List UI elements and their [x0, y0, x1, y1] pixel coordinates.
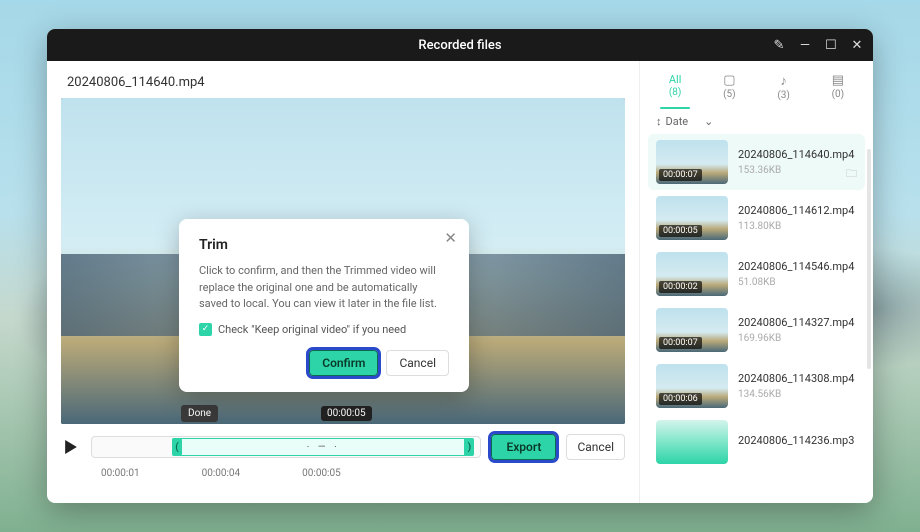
cancel-button[interactable]: Cancel: [566, 434, 625, 460]
duration-badge: 00:00:06: [659, 393, 702, 405]
file-name: 20240806_114308.mp4: [738, 372, 857, 385]
file-thumbnail: 00:00:07: [656, 308, 728, 352]
file-list: 00:00:0720240806_114640.mp4153.36KB🗀00:0…: [640, 134, 873, 503]
file-name: 20240806_114236.mp3: [738, 434, 857, 447]
tab-all[interactable]: All(8): [652, 69, 698, 105]
chevron-down-icon: ⌄: [704, 115, 713, 128]
file-thumbnail: [656, 420, 728, 464]
trim-selection[interactable]: ( · — · ): [172, 438, 474, 456]
export-button[interactable]: Export: [491, 434, 556, 460]
scrollbar[interactable]: [867, 149, 871, 369]
trim-confirm-modal: ✕ Trim Click to confirm, and then the Tr…: [179, 219, 469, 392]
editor-panel: 20240806_114640.mp4 Done 00:00:05 ( · — …: [47, 61, 639, 503]
trim-handle-end[interactable]: ): [464, 439, 474, 455]
list-item[interactable]: 00:00:07 20240806_114640.mp4 153.36KB🗀: [648, 134, 865, 190]
list-item[interactable]: 00:00:06 20240806_114308.mp4 134.56KB: [648, 358, 865, 414]
trim-selection-marker: · — ·: [307, 442, 340, 453]
playhead-time-tooltip: 00:00:05: [321, 406, 372, 421]
file-thumbnail: 00:00:05: [656, 196, 728, 240]
modal-close-icon[interactable]: ✕: [444, 229, 457, 247]
tab-video[interactable]: ▢(5): [706, 69, 752, 105]
file-filter-tabs: All(8) ▢(5) ♪(3) ▤(0): [640, 61, 873, 105]
maximize-icon[interactable]: ☐: [819, 33, 843, 57]
image-icon: ▤: [815, 73, 861, 88]
video-icon: ▢: [706, 73, 752, 88]
sort-label: Date: [666, 115, 689, 128]
tick-label: 00:00:04: [202, 468, 241, 479]
file-size: 153.36KB: [738, 165, 857, 176]
file-name: 20240806_114546.mp4: [738, 260, 857, 273]
file-name: 20240806_114612.mp4: [738, 204, 857, 217]
open-folder-icon[interactable]: 🗀: [846, 165, 857, 184]
confirm-button[interactable]: Confirm: [309, 350, 378, 376]
minimize-icon[interactable]: ―: [793, 33, 817, 57]
timeline-ticks: 00:00:01 00:00:04 00:00:05: [61, 460, 625, 493]
edit-icon[interactable]: ✎: [767, 33, 791, 57]
duration-badge: 00:00:05: [659, 225, 702, 237]
tab-audio[interactable]: ♪(3): [761, 69, 807, 105]
list-item[interactable]: 00:00:02 20240806_114546.mp4 51.08KB: [648, 246, 865, 302]
tick-label: 00:00:01: [101, 468, 140, 479]
checkbox-checked-icon: ✓: [199, 323, 212, 336]
list-item[interactable]: 00:00:07 20240806_114327.mp4 169.96KB: [648, 302, 865, 358]
modal-cancel-button[interactable]: Cancel: [386, 350, 449, 376]
modal-message: Click to confirm, and then the Trimmed v…: [199, 263, 449, 313]
file-thumbnail: 00:00:06: [656, 364, 728, 408]
close-icon[interactable]: ✕: [845, 33, 869, 57]
modal-title: Trim: [199, 237, 449, 253]
app-window: Recorded files ✎ ― ☐ ✕ 20240806_114640.m…: [47, 29, 873, 503]
current-filename: 20240806_114640.mp4: [47, 61, 639, 98]
done-tooltip: Done: [181, 405, 218, 422]
keep-original-checkbox[interactable]: ✓ Check "Keep original video" if you nee…: [199, 323, 449, 336]
file-size: 169.96KB: [738, 333, 857, 344]
file-size: 113.80KB: [738, 221, 857, 232]
file-thumbnail: 00:00:07: [656, 140, 728, 184]
play-button[interactable]: [61, 437, 81, 457]
duration-badge: 00:00:07: [659, 337, 702, 349]
file-name: 20240806_114327.mp4: [738, 316, 857, 329]
window-title: Recorded files: [418, 38, 501, 53]
file-size: 134.56KB: [738, 389, 857, 400]
duration-badge: 00:00:02: [659, 281, 702, 293]
checkbox-label: Check "Keep original video" if you need: [218, 323, 406, 336]
audio-icon: ♪: [761, 73, 807, 89]
tick-label: 00:00:05: [302, 468, 341, 479]
titlebar: Recorded files ✎ ― ☐ ✕: [47, 29, 873, 61]
file-list-panel: All(8) ▢(5) ♪(3) ▤(0) ↕ Date ⌄ 00:00:07 2…: [639, 61, 873, 503]
tab-image[interactable]: ▤(0): [815, 69, 861, 105]
list-item[interactable]: 20240806_114236.mp3: [648, 414, 865, 470]
trim-handle-start[interactable]: (: [172, 439, 182, 455]
file-size: 51.08KB: [738, 277, 857, 288]
file-thumbnail: 00:00:02: [656, 252, 728, 296]
duration-badge: 00:00:07: [659, 169, 702, 181]
sort-dropdown[interactable]: ↕ Date ⌄: [640, 105, 873, 134]
trim-track[interactable]: ( · — · ): [91, 436, 481, 458]
sort-icon: ↕: [656, 115, 662, 128]
list-item[interactable]: 00:00:05 20240806_114612.mp4 113.80KB: [648, 190, 865, 246]
file-name: 20240806_114640.mp4: [738, 148, 857, 161]
